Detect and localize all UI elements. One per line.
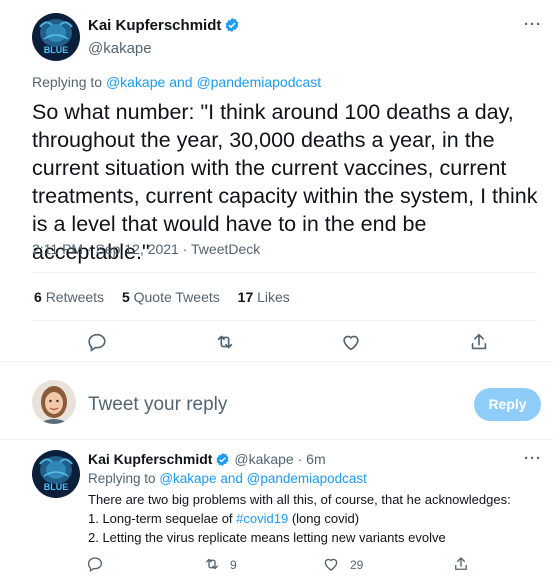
mention-link[interactable]: @pandemiapodcast	[247, 471, 367, 486]
retweet-icon[interactable]	[203, 555, 221, 573]
tweet-timestamp[interactable]: 2:11 PM · Sep 12, 2021 · TweetDeck	[32, 241, 260, 257]
reply-button[interactable]: Reply	[474, 388, 541, 421]
reply-text-line: There are two big problems with all this…	[88, 492, 511, 507]
reply-header: Kai Kupferschmidt @kakape · 6m	[88, 451, 326, 470]
reply-text-fragment: (long covid)	[291, 511, 360, 526]
quotes-label: Quote Tweets	[133, 289, 220, 305]
author-block: Kai Kupferschmidt @kakape	[88, 17, 240, 57]
author-name[interactable]: Kai Kupferschmidt	[88, 17, 221, 34]
avatar-logo-text: BLUE	[44, 482, 69, 492]
retweet-count: 9	[230, 558, 237, 572]
author-avatar[interactable]: BLUE	[32, 450, 80, 498]
more-icon[interactable]: ···	[524, 16, 542, 33]
hashtag-link[interactable]: #covid19	[236, 511, 288, 526]
replying-to: Replying to @kakape and @pandemiapodcast	[32, 74, 321, 90]
likes-stat[interactable]: 17 Likes	[238, 289, 290, 305]
verified-badge-icon	[224, 17, 240, 38]
tweet-stats: 6 Retweets 5 Quote Tweets 17 Likes	[34, 289, 304, 305]
like-icon[interactable]	[322, 555, 340, 573]
reply-time[interactable]: · 6m	[298, 451, 326, 467]
reply-text-fragment: 1. Long-term sequelae of	[88, 511, 233, 526]
divider	[32, 272, 537, 273]
replying-to: Replying to @kakape and @pandemiapodcast	[88, 471, 367, 486]
reply-text-line: 1. Long-term sequelae of #covid19 (long …	[88, 509, 538, 528]
replying-prefix: Replying to	[88, 471, 156, 486]
likes-count: 17	[237, 289, 254, 305]
author-handle[interactable]: @kakape	[88, 40, 240, 57]
share-icon[interactable]	[468, 331, 490, 353]
mention-link[interactable]: @kakape	[159, 471, 216, 486]
like-icon[interactable]	[340, 331, 362, 353]
share-icon[interactable]	[452, 555, 470, 573]
retweets-label: Retweets	[45, 289, 105, 305]
reply-composer: Tweet your reply	[0, 362, 553, 440]
replying-prefix: Replying to	[32, 74, 103, 90]
quotes-count: 5	[121, 289, 130, 305]
quotes-stat[interactable]: 5 Quote Tweets	[122, 289, 220, 305]
author-name[interactable]: Kai Kupferschmidt	[88, 451, 212, 467]
replying-and[interactable]: and	[169, 74, 192, 90]
reply-input[interactable]: Tweet your reply	[88, 394, 227, 416]
reply-text: There are two big problems with all this…	[88, 490, 538, 547]
main-tweet: BLUE Kai Kupferschmidt @kakape ··· Reply…	[0, 0, 553, 362]
replying-and[interactable]: and	[220, 471, 243, 486]
mention-link[interactable]: @kakape	[106, 74, 165, 90]
author-handle[interactable]: @kakape	[234, 451, 293, 467]
likes-label: Likes	[257, 289, 290, 305]
author-avatar[interactable]: BLUE	[32, 13, 80, 61]
mention-link[interactable]: @pandemiapodcast	[196, 74, 321, 90]
divider	[32, 320, 537, 321]
retweet-icon[interactable]	[214, 331, 236, 353]
more-icon[interactable]: ···	[524, 450, 542, 467]
verified-badge-icon	[215, 452, 230, 470]
retweets-stat[interactable]: 6 Retweets	[34, 289, 104, 305]
retweets-count: 6	[34, 289, 42, 305]
reply-icon[interactable]	[86, 331, 108, 353]
reply-text-line: 2. Letting the virus replicate means let…	[88, 530, 446, 545]
reply-icon[interactable]	[86, 555, 104, 573]
avatar-logo-text: BLUE	[44, 45, 69, 55]
like-count: 29	[350, 558, 364, 572]
user-avatar[interactable]	[32, 380, 76, 424]
